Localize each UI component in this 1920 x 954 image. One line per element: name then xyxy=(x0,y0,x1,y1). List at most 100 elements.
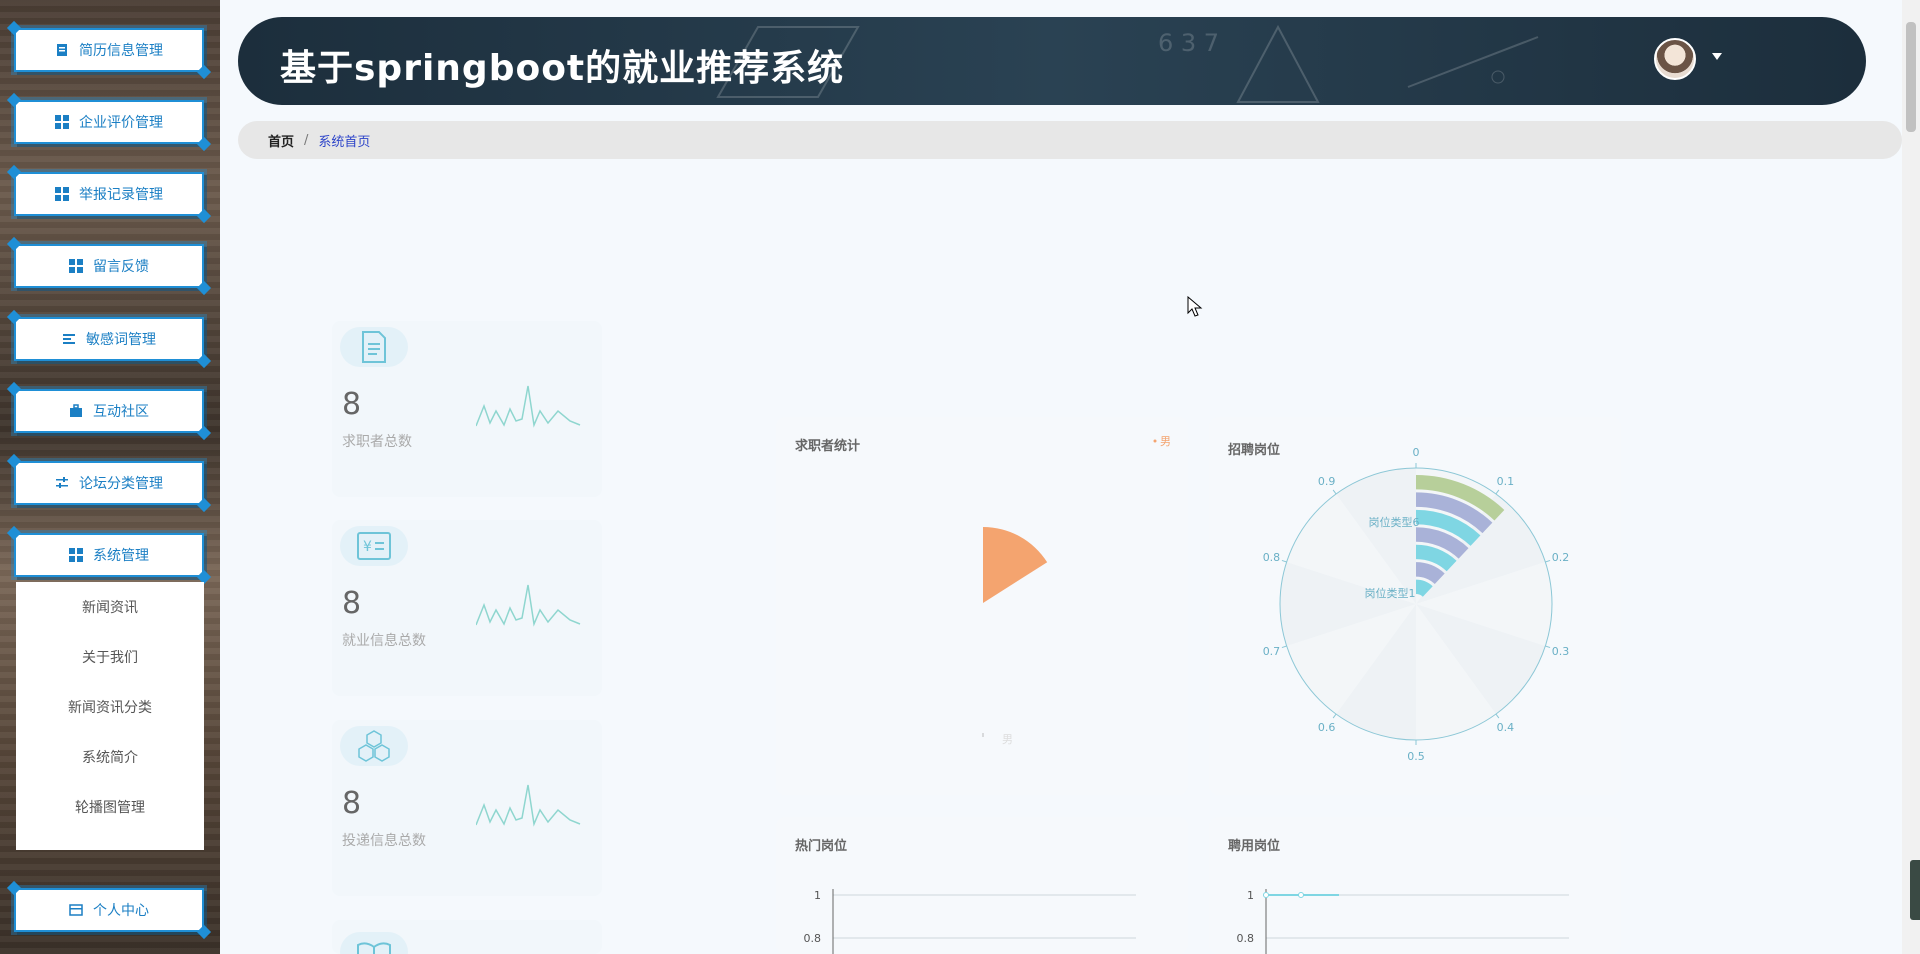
angle-tick-label: 0.6 xyxy=(1318,721,1336,734)
panel-jobseeker-stats: 求职者统计 男 男 xyxy=(776,417,1188,795)
caret-down-icon[interactable] xyxy=(1712,53,1722,60)
angle-tick xyxy=(1545,559,1551,563)
stat-card-jobs: ¥ 8 就业信息总数 xyxy=(332,520,602,696)
y-tick-label: 0.8 xyxy=(1237,932,1255,945)
y-tick-label: 1 xyxy=(1247,889,1254,902)
sidebar-item-label: 系统管理 xyxy=(93,548,149,564)
angle-tick-label: 0 xyxy=(1413,446,1420,459)
angle-tick-label: 0.3 xyxy=(1552,645,1570,658)
sidebar-item-label: 企业评价管理 xyxy=(79,115,163,131)
sidebar-item-personal-center[interactable]: 个人中心 xyxy=(14,888,204,932)
scrollbar-thumb[interactable] xyxy=(1906,22,1916,132)
stat-label: 求职者总数 xyxy=(342,434,412,450)
mouse-cursor-icon xyxy=(1187,296,1203,317)
sidebar-item-sensitive-words[interactable]: 敏感词管理 xyxy=(14,317,204,361)
system-submenu: 新闻资讯 关于我们 新闻资讯分类 系统简介 轮播图管理 xyxy=(16,582,204,850)
stat-card-jobseekers: 8 求职者总数 xyxy=(332,321,602,497)
vertical-scrollbar[interactable] xyxy=(1902,0,1920,954)
angle-tick xyxy=(1495,489,1500,495)
sliders-icon xyxy=(55,476,69,490)
grid-icon xyxy=(69,548,83,562)
sidebar-item-company-review[interactable]: 企业评价管理 xyxy=(14,100,204,144)
legend-label: 男 xyxy=(1160,435,1171,448)
grid-icon xyxy=(69,259,83,273)
stat-value: 8 xyxy=(342,586,362,621)
angle-tick xyxy=(1281,645,1287,649)
sidebar-item-feedback[interactable]: 留言反馈 xyxy=(14,244,204,288)
panel-hired-positions: 聘用岗位 1 0.8 xyxy=(1209,817,1621,954)
breadcrumb-home[interactable]: 首页 xyxy=(268,131,294,150)
y-tick-label: 0.8 xyxy=(804,932,822,945)
sidebar-item-label: 举报记录管理 xyxy=(79,187,163,203)
sidebar-item-label: 互动社区 xyxy=(93,404,149,420)
polar-chart: 0 0.1 0.2 0.3 0.4 0.5 0.6 0.7 0.8 0.9 岗位类型1 岗位类型6 xyxy=(1263,446,1570,763)
angle-tick xyxy=(1495,713,1500,719)
svg-text:¥: ¥ xyxy=(363,539,372,555)
angle-tick-label: 0.2 xyxy=(1552,551,1570,564)
data-point xyxy=(1263,892,1269,898)
document-icon xyxy=(340,327,408,367)
line-chart-hired: 1 0.8 xyxy=(1237,889,1569,954)
grid-icon xyxy=(55,115,69,129)
site-title: 基于springboot的就业推荐系统 xyxy=(280,48,845,89)
breadcrumb-separator: / xyxy=(304,132,309,148)
angle-tick-label: 0.1 xyxy=(1497,475,1515,488)
sidebar-item-label: 敏感词管理 xyxy=(86,332,156,348)
stat-value: 8 xyxy=(342,786,362,821)
stat-label: 就业信息总数 xyxy=(342,633,426,649)
angle-tick-label: 0.4 xyxy=(1497,721,1515,734)
angle-tick xyxy=(1281,559,1287,563)
angle-tick-label: 0.9 xyxy=(1318,475,1336,488)
sidebar-item-label: 论坛分类管理 xyxy=(79,476,163,492)
floating-side-tab[interactable] xyxy=(1910,860,1920,920)
y-tick-label: 1 xyxy=(814,889,821,902)
angle-tick-label: 0.8 xyxy=(1263,551,1281,564)
sparkline xyxy=(476,385,581,428)
radius-category-label: 岗位类型1 xyxy=(1365,586,1416,600)
pie-slice[interactable] xyxy=(983,527,1048,603)
sidebar-item-community[interactable]: 互动社区 xyxy=(14,389,204,433)
submenu-item-carousel[interactable]: 轮播图管理 xyxy=(16,782,204,832)
breadcrumb-current: 系统首页 xyxy=(318,134,371,150)
angle-tick-label: 0.7 xyxy=(1263,645,1281,658)
sidebar-item-label: 简历信息管理 xyxy=(79,43,163,59)
angle-tick xyxy=(1545,645,1551,649)
sidebar-item-report[interactable]: 举报记录管理 xyxy=(14,172,204,216)
svg-text:6 3 7: 6 3 7 xyxy=(1158,29,1219,57)
angle-tick xyxy=(1332,713,1337,719)
breadcrumb: 首页 / 系统首页 xyxy=(238,121,1902,159)
sidebar-item-resume[interactable]: 简历信息管理 xyxy=(14,28,204,72)
briefcase-icon xyxy=(69,404,83,418)
yen-icon: ¥ xyxy=(340,526,408,566)
sidebar: 简历信息管理 企业评价管理 举报记录管理 留言反馈 敏感词管理 互动社区 论坛分… xyxy=(0,0,220,954)
stat-card-applications: 8 投递信息总数 xyxy=(332,720,602,896)
stat-label: 投递信息总数 xyxy=(342,833,426,849)
line-chart-hot: 1 0.8 xyxy=(804,889,1136,954)
sidebar-item-label: 留言反馈 xyxy=(93,259,149,275)
angle-tick xyxy=(1332,489,1337,495)
panel-hot-positions: 热门岗位 1 0.8 xyxy=(776,817,1188,954)
window-icon xyxy=(69,903,83,917)
legend-marker xyxy=(1153,439,1157,443)
submenu-item-news-category[interactable]: 新闻资讯分类 xyxy=(16,682,204,732)
pie-slice-label: 男 xyxy=(1002,733,1013,746)
data-point xyxy=(1298,892,1304,898)
cubes-icon xyxy=(340,726,408,766)
clipboard-icon xyxy=(55,43,69,57)
grid-icon xyxy=(55,187,69,201)
radius-category-label: 岗位类型6 xyxy=(1369,515,1420,529)
angle-tick-label: 0.5 xyxy=(1407,750,1425,763)
header-banner: 6 3 7 基于springboot的就业推荐系统 xyxy=(238,17,1866,105)
stat-card-fourth xyxy=(332,920,602,954)
submenu-item-intro[interactable]: 系统简介 xyxy=(16,732,204,782)
stat-value: 8 xyxy=(342,387,362,422)
sidebar-item-system[interactable]: 系统管理 xyxy=(14,533,204,577)
submenu-item-about[interactable]: 关于我们 xyxy=(16,632,204,682)
sparkline xyxy=(476,784,581,827)
submenu-item-news[interactable]: 新闻资讯 xyxy=(16,582,204,632)
sidebar-item-forum-category[interactable]: 论坛分类管理 xyxy=(14,461,204,505)
panel-recruit-positions: 招聘岗位 0 0.1 0.2 0.3 0.4 0.5 0.6 0.7 0.8 0.9 岗位类型1 岗位… xyxy=(1209,417,1621,795)
pie-legend[interactable]: 男 xyxy=(1153,435,1172,448)
sparkline xyxy=(476,584,581,627)
avatar-icon[interactable] xyxy=(1654,38,1696,80)
